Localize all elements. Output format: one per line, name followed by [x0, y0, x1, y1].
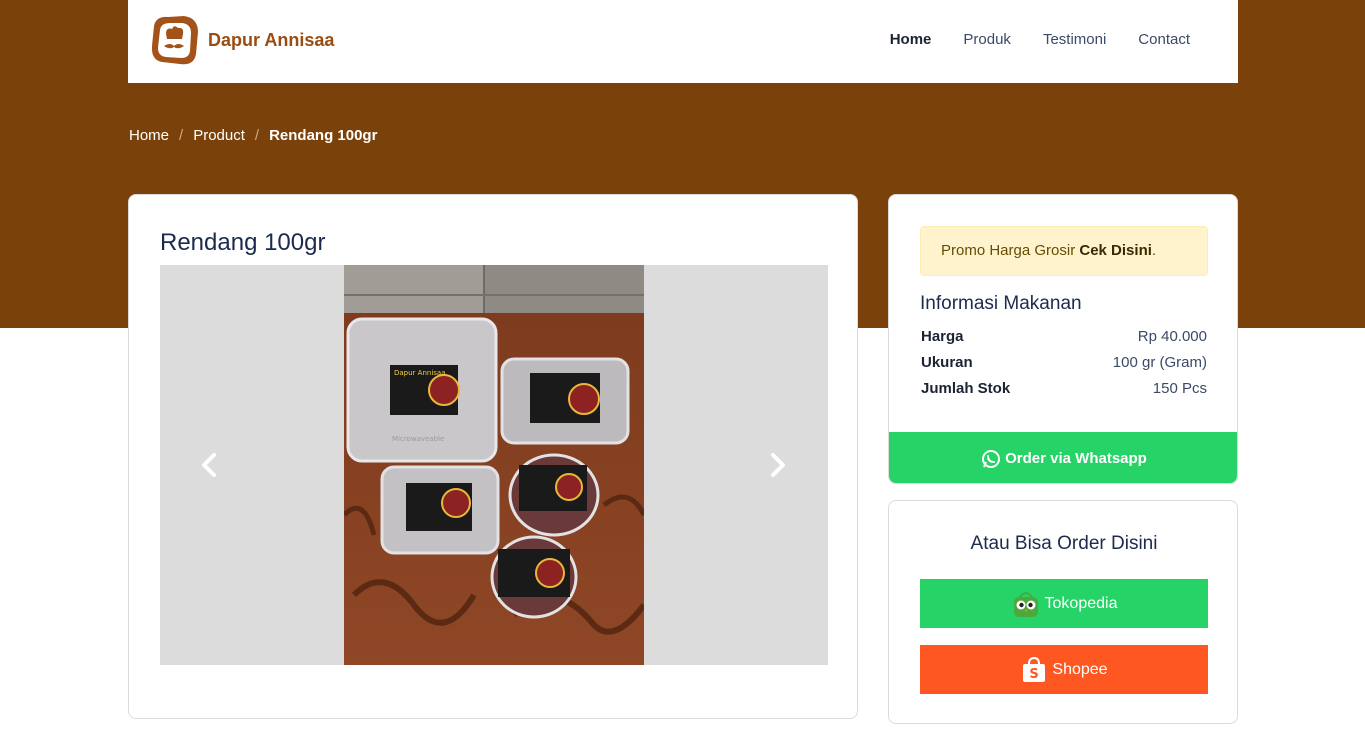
tokopedia-icon — [1013, 591, 1038, 617]
breadcrumb-current: Rendang 100gr — [269, 127, 378, 144]
chevron-right-icon[interactable] — [765, 451, 789, 479]
shopee-icon: S — [1023, 656, 1046, 682]
nav-produk[interactable]: Produk — [963, 31, 1011, 48]
info-value: 100 gr (Gram) — [1112, 354, 1207, 371]
breadcrumb-product[interactable]: Product — [193, 127, 245, 144]
tokopedia-button[interactable]: Tokopedia — [920, 579, 1208, 628]
nav-menu: Home Produk Testimoni Contact — [858, 31, 1190, 48]
info-row-stock: Jumlah Stok 150 Pcs — [921, 380, 1207, 397]
promo-text: Promo Harga Grosir — [941, 242, 1080, 259]
chef-logo — [151, 16, 198, 65]
info-label: Ukuran — [921, 354, 973, 371]
promo-alert: Promo Harga Grosir Cek Disini. — [920, 226, 1208, 276]
promo-suffix: . — [1151, 242, 1157, 259]
svg-text:S: S — [1030, 667, 1039, 682]
navbar: Dapur Annisaa Home Produk Testimoni Cont… — [128, 0, 1238, 83]
order-card: Atau Bisa Order Disini Tokopedia S Shope… — [888, 500, 1238, 724]
info-row-price: Harga Rp 40.000 — [921, 328, 1207, 345]
tokopedia-label: Tokopedia — [1044, 594, 1118, 612]
product-title: Rendang 100gr — [160, 229, 326, 256]
info-title: Informasi Makanan — [920, 293, 1082, 314]
whatsapp-label: Order via Whatsapp — [1005, 450, 1147, 467]
breadcrumb-home[interactable]: Home — [129, 127, 169, 144]
brand[interactable]: Dapur Annisaa — [146, 12, 334, 68]
product-photo: Dapur Annisaa Microwaveable — [344, 265, 644, 665]
whatsapp-order-button[interactable]: Order via Whatsapp — [889, 432, 1237, 483]
shopee-label: Shopee — [1052, 660, 1108, 678]
info-value: 150 Pcs — [1152, 380, 1207, 397]
photo-container-label: Microwaveable — [392, 435, 444, 443]
photo-brand-label: Dapur Annisaa — [394, 369, 446, 377]
order-title: Atau Bisa Order Disini — [970, 533, 1158, 554]
chevron-left-icon[interactable] — [198, 451, 222, 479]
info-value: Rp 40.000 — [1137, 328, 1207, 345]
breadcrumb-separator: / — [254, 127, 260, 144]
info-card: Promo Harga Grosir Cek Disini. Informasi… — [888, 194, 1238, 484]
info-label: Harga — [921, 328, 964, 345]
info-row-size: Ukuran 100 gr (Gram) — [921, 354, 1207, 371]
nav-testimoni[interactable]: Testimoni — [1043, 31, 1106, 48]
breadcrumb-separator: / — [179, 127, 184, 144]
info-label: Jumlah Stok — [921, 380, 1011, 397]
nav-contact[interactable]: Contact — [1138, 31, 1190, 48]
whatsapp-icon — [982, 449, 1001, 468]
shopee-button[interactable]: S Shopee — [920, 645, 1208, 694]
brand-name: Dapur Annisaa — [208, 29, 335, 50]
product-carousel[interactable]: Dapur Annisaa Microwaveable — [160, 265, 828, 665]
nav-home[interactable]: Home — [890, 31, 932, 48]
breadcrumb: Home / Product / Rendang 100gr — [129, 127, 377, 144]
promo-link[interactable]: Cek Disini — [1079, 242, 1152, 259]
product-card: Rendang 100gr Dapur Annisaa Microwaveabl… — [128, 194, 858, 719]
